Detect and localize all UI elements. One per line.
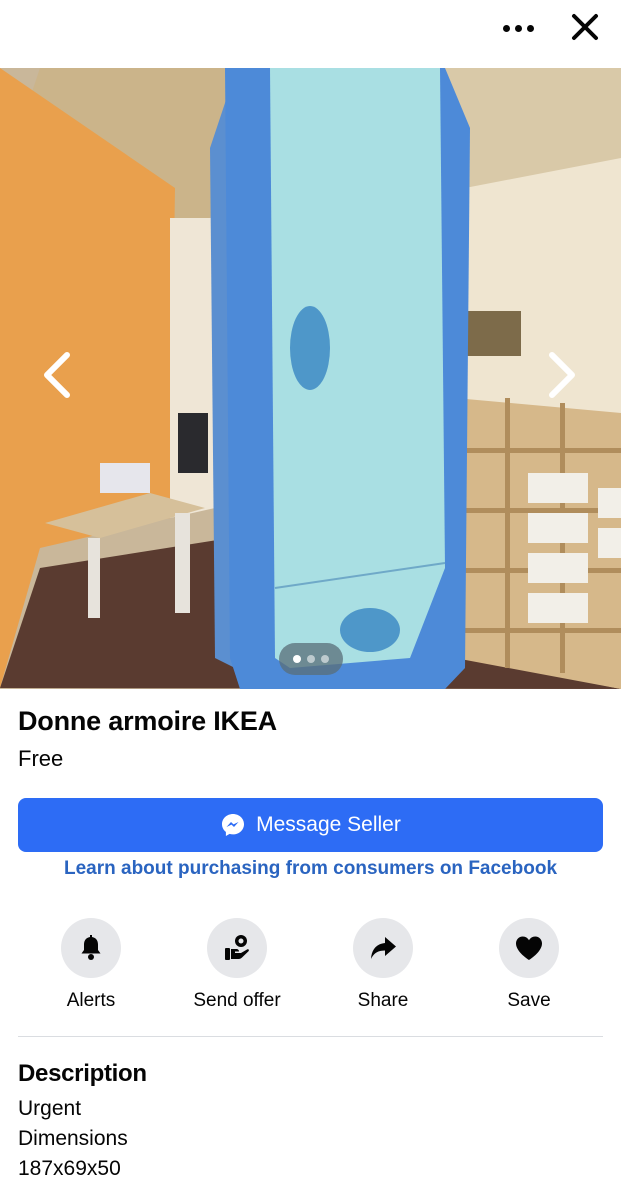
previous-photo-button[interactable] <box>37 345 77 405</box>
send-offer-button[interactable]: Send offer <box>177 918 297 1018</box>
send-offer-circle <box>207 918 267 978</box>
description-line: Urgent <box>18 1097 82 1120</box>
learn-purchasing-link[interactable]: Learn about purchasing from consumers on… <box>0 858 621 880</box>
bell-icon <box>81 935 101 960</box>
alerts-button[interactable]: Alerts <box>31 918 151 1018</box>
alerts-circle <box>61 918 121 978</box>
ellipsis-dot <box>526 24 534 32</box>
save-button[interactable]: Save <box>469 918 589 1018</box>
share-button[interactable]: Share <box>323 918 443 1018</box>
pagination-dot <box>321 655 329 663</box>
action-row: Alerts Send offer Share Save <box>0 918 621 1018</box>
description-heading: Description <box>18 1060 147 1087</box>
section-divider <box>18 1036 603 1037</box>
close-icon <box>572 14 598 40</box>
more-options-button[interactable] <box>496 12 540 44</box>
share-circle <box>353 918 413 978</box>
chevron-right-icon <box>549 352 575 398</box>
pagination-dot-active <box>293 655 301 663</box>
description-line: 187x69x50 <box>18 1157 121 1180</box>
listing-price: Free <box>18 746 64 771</box>
share-arrow-icon <box>371 937 396 959</box>
messenger-icon <box>222 814 245 836</box>
photo-pagination-indicator <box>279 643 343 675</box>
close-button[interactable] <box>566 10 604 46</box>
ellipsis-icon <box>502 24 510 32</box>
wardrobe-photo-illustration <box>0 68 621 689</box>
save-circle <box>499 918 559 978</box>
message-seller-button[interactable]: Message Seller <box>18 798 603 852</box>
listing-title: Donne armoire IKEA <box>18 706 277 736</box>
ellipsis-dot <box>514 24 522 32</box>
alerts-label: Alerts <box>66 990 116 1011</box>
save-label: Save <box>507 990 551 1011</box>
pagination-dot <box>307 655 315 663</box>
description-line: Dimensions <box>18 1127 128 1150</box>
send-offer-label: Send offer <box>193 990 281 1011</box>
message-seller-label: Message Seller <box>256 813 401 836</box>
share-label: Share <box>357 990 409 1011</box>
listing-photo[interactable] <box>0 68 621 689</box>
heart-icon <box>516 936 542 960</box>
top-bar <box>0 0 621 68</box>
next-photo-button[interactable] <box>542 345 582 405</box>
chevron-left-icon <box>44 352 70 398</box>
send-offer-icon <box>225 935 249 960</box>
